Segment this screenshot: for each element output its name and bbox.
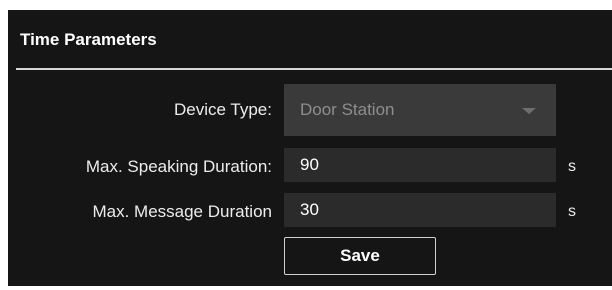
device-type-value: Door Station bbox=[300, 100, 395, 119]
max-message-duration-label: Max. Message Duration bbox=[92, 202, 272, 221]
time-parameters-panel: Time Parameters Device Type: Door Statio… bbox=[8, 10, 612, 286]
max-message-duration-input[interactable]: 30 bbox=[284, 193, 556, 227]
section-title: Time Parameters bbox=[20, 30, 157, 49]
save-button[interactable]: Save bbox=[284, 237, 436, 275]
device-type-select[interactable]: Door Station bbox=[284, 84, 556, 136]
max-message-duration-unit: s bbox=[568, 203, 576, 220]
device-type-label: Device Type: bbox=[174, 100, 272, 119]
chevron-down-icon bbox=[522, 108, 536, 114]
max-speaking-duration-input[interactable]: 90 bbox=[284, 148, 556, 182]
section-divider bbox=[16, 68, 612, 70]
max-speaking-duration-unit: s bbox=[568, 158, 576, 175]
max-speaking-duration-label: Max. Speaking Duration: bbox=[85, 157, 272, 176]
